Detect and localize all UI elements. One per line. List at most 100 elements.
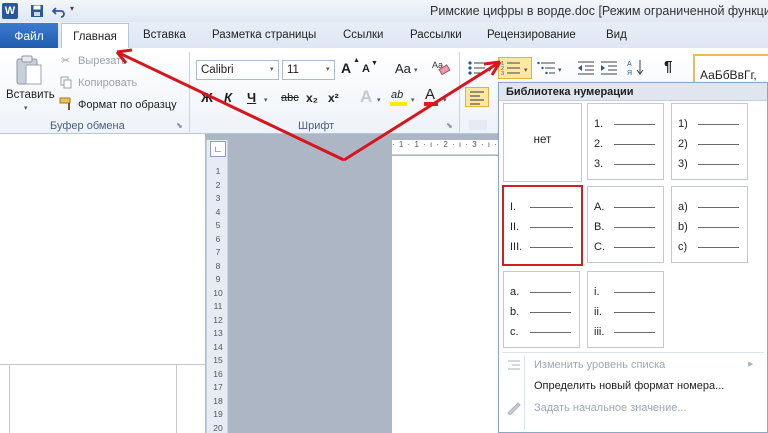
clipboard-launcher-icon[interactable]: ⬊	[176, 121, 183, 130]
superscript-button[interactable]: x²	[328, 91, 339, 105]
numbering-format-option[interactable]: a) b) c)	[671, 186, 748, 263]
numbering-format-label: a)	[678, 201, 688, 213]
left-page[interactable]	[0, 134, 205, 433]
copy-icon[interactable]	[60, 76, 74, 89]
set-numbering-value-item[interactable]: Задать начальное значение...	[534, 402, 687, 414]
change-case-button[interactable]: Aa	[395, 61, 411, 76]
save-icon[interactable]	[29, 3, 45, 19]
bold-button[interactable]: Ж	[201, 90, 213, 105]
format-painter-icon[interactable]	[59, 97, 75, 114]
numbering-format-label: a.	[510, 286, 520, 298]
undo-icon[interactable]	[51, 3, 67, 19]
copy-button[interactable]: Копировать	[78, 77, 137, 89]
numbering-format-none[interactable]: нет	[503, 103, 582, 182]
paste-icon[interactable]	[14, 53, 44, 87]
numbering-format-label: II.	[510, 221, 520, 233]
cut-icon[interactable]: ✂	[61, 54, 70, 67]
numbering-format-line	[614, 312, 655, 313]
tab-file[interactable]: Файл	[0, 23, 58, 48]
numbering-format-line	[614, 292, 655, 293]
right-page[interactable]	[392, 156, 498, 433]
tab-view[interactable]: Вид	[606, 29, 627, 50]
sort-icon[interactable]: AЯ	[627, 58, 645, 77]
svg-text:A: A	[627, 61, 632, 68]
highlight-dropdown-icon[interactable]: ▾	[411, 96, 415, 104]
numbering-format-option[interactable]: 1. 2. 3.	[587, 103, 664, 180]
shrink-font-arrow-icon: ▼	[371, 60, 378, 67]
change-list-level-icon	[506, 359, 522, 373]
define-new-number-format-item[interactable]: Определить новый формат номера...	[534, 380, 724, 392]
menu-icon-column-divider	[524, 355, 525, 430]
underline-button[interactable]: Ч	[247, 90, 256, 105]
tab-page-layout[interactable]: Разметка страницы	[212, 29, 316, 50]
bullets-dropdown-icon[interactable]: ▾	[488, 66, 492, 74]
ruler-number: 12	[213, 314, 223, 325]
text-effects-button[interactable]: A	[360, 87, 372, 107]
increase-indent-icon[interactable]	[600, 60, 618, 76]
font-color-button[interactable]: A	[425, 86, 435, 103]
numbering-dropdown-icon[interactable]: ▾	[524, 66, 528, 74]
page-margin-line	[9, 364, 10, 433]
tab-review[interactable]: Рецензирование	[487, 29, 576, 50]
font-color-dropdown-icon[interactable]: ▾	[443, 96, 447, 104]
align-left-button[interactable]	[465, 87, 489, 107]
subscript-button[interactable]: x₂	[306, 91, 318, 105]
qat-dropdown-icon[interactable]: ▾	[70, 4, 74, 13]
bullets-icon[interactable]	[467, 60, 487, 76]
ruler-number: 2	[215, 179, 221, 190]
tab-references[interactable]: Ссылки	[343, 29, 384, 50]
cut-button[interactable]: Вырезать	[78, 55, 127, 67]
paste-dropdown-icon[interactable]: ▾	[24, 104, 28, 112]
ruler-number: 14	[213, 341, 223, 352]
format-painter-button[interactable]: Формат по образцу	[78, 99, 177, 111]
paragraph-group-label-partial	[469, 120, 487, 130]
font-launcher-icon[interactable]: ⬊	[446, 121, 453, 130]
ruler-number: 8	[215, 260, 221, 271]
numbering-format-option[interactable]: i. ii. iii.	[587, 271, 664, 348]
underline-dropdown-icon[interactable]: ▾	[264, 96, 268, 104]
numbering-format-option[interactable]: a. b. c.	[503, 271, 580, 348]
italic-button[interactable]: К	[224, 90, 232, 105]
multilevel-list-icon[interactable]	[537, 60, 557, 76]
change-case-dropdown-icon[interactable]: ▾	[414, 66, 418, 74]
numbering-format-line	[530, 292, 571, 293]
numbering-format-label: ii.	[594, 306, 602, 318]
horizontal-ruler[interactable]: · 1 · 1 · ı · 2 · ı · 3 · ı · 4 · ı · 5 …	[392, 140, 502, 155]
ruler-number: 6	[215, 233, 221, 244]
numbering-format-label: III.	[510, 241, 523, 253]
multilevel-dropdown-icon[interactable]: ▾	[558, 66, 562, 74]
strikethrough-button[interactable]: abc	[281, 92, 299, 104]
font-size-dropdown-icon[interactable]: ▾	[326, 65, 330, 73]
numbering-format-line	[698, 144, 739, 145]
svg-text:Я: Я	[627, 70, 632, 76]
decrease-indent-icon[interactable]	[577, 60, 595, 76]
word-app-icon[interactable]: W	[2, 3, 18, 19]
ruler-number: 10	[213, 287, 223, 298]
numbering-format-line	[530, 312, 571, 313]
ruler-number: 19	[213, 409, 223, 419]
font-color-bar	[424, 102, 438, 106]
paste-button-label[interactable]: Вставить	[6, 89, 55, 101]
tab-selector-button[interactable]: ∟	[210, 141, 226, 157]
font-name-combo[interactable]: Calibri	[196, 60, 279, 80]
tab-home[interactable]: Главная	[61, 23, 129, 49]
show-formatting-button[interactable]: ¶	[664, 58, 672, 75]
font-name-dropdown-icon[interactable]: ▾	[270, 65, 274, 73]
group-divider	[189, 52, 190, 132]
style-preview-text: АаБбВвГг,	[700, 68, 757, 82]
text-effects-dropdown-icon[interactable]: ▾	[377, 96, 381, 104]
change-list-level-item[interactable]: Изменить уровень списка	[534, 359, 665, 371]
shrink-font-button[interactable]: A	[362, 63, 370, 75]
numbering-format-option[interactable]: I. II. III.	[502, 185, 583, 266]
tab-mailings[interactable]: Рассылки	[410, 29, 462, 50]
set-numbering-value-icon	[506, 401, 522, 416]
tab-insert[interactable]: Вставка	[143, 29, 186, 50]
grow-font-button[interactable]: A	[341, 60, 351, 76]
numbering-format-label: c.	[510, 326, 519, 338]
numbering-format-option[interactable]: A. B. C.	[587, 186, 664, 263]
numbering-format-option[interactable]: 1) 2) 3)	[671, 103, 748, 180]
numbering-none-label: нет	[533, 134, 552, 146]
numbering-format-line	[698, 247, 739, 248]
clear-formatting-icon[interactable]: Aa	[431, 58, 451, 76]
highlight-button[interactable]: ab	[391, 89, 403, 101]
